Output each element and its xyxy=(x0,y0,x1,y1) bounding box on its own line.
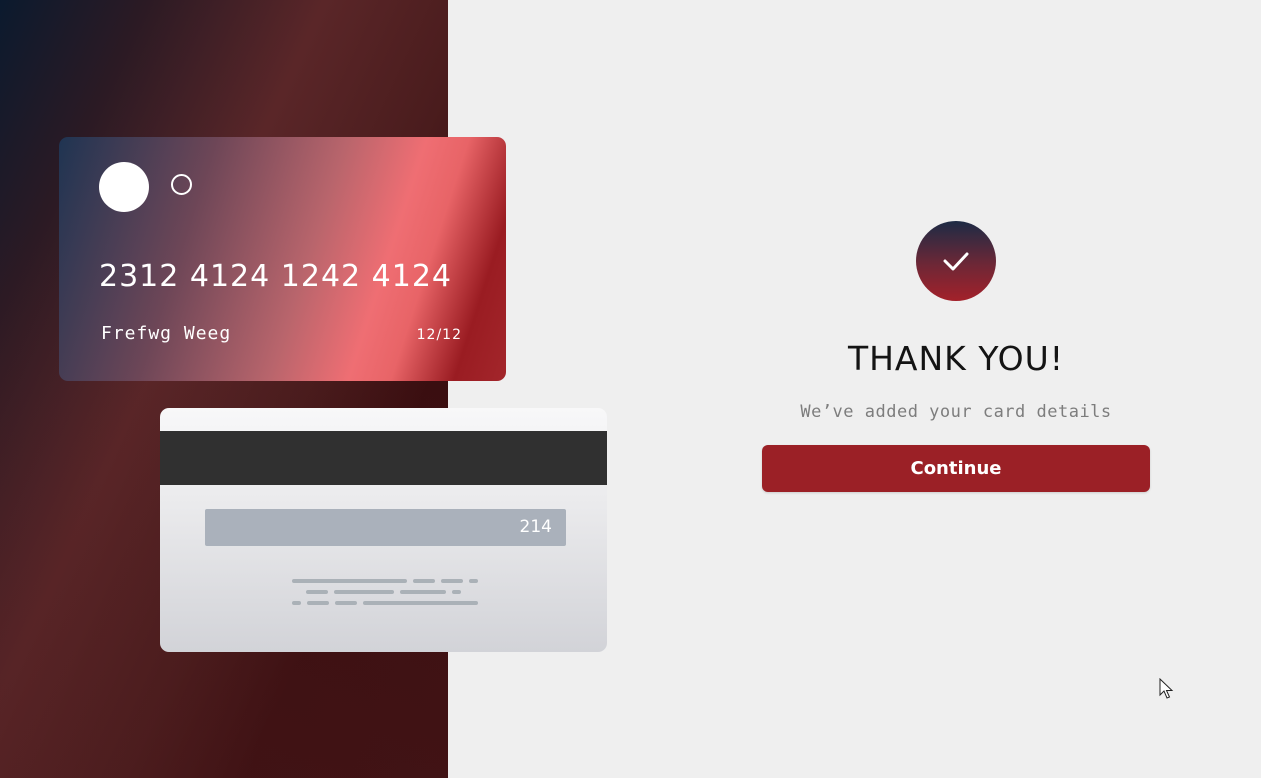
card-number: 2312 4124 1242 4124 xyxy=(99,259,452,294)
thank-you-heading: THANK YOU! xyxy=(847,339,1065,378)
card-logo-circle-outline xyxy=(171,174,192,195)
left-decorative-panel xyxy=(0,0,448,778)
signature-strip: 214 xyxy=(205,509,566,546)
card-back: 214 xyxy=(160,408,607,652)
page: 2312 4124 1242 4124 Frefwg Weeg 12/12 21… xyxy=(0,0,1261,778)
card-logo-circle-solid xyxy=(99,162,149,212)
confirmation-message: We’ve added your card details xyxy=(800,402,1112,422)
card-cvv: 214 xyxy=(519,517,552,537)
card-front: 2312 4124 1242 4124 Frefwg Weeg 12/12 xyxy=(59,137,506,381)
magnetic-stripe xyxy=(160,431,607,485)
card-holder-name: Frefwg Weeg xyxy=(101,323,232,344)
check-icon xyxy=(943,252,969,271)
mouse-cursor-icon xyxy=(1159,678,1174,699)
success-badge xyxy=(916,221,996,301)
card-expiry-date: 12/12 xyxy=(416,327,462,343)
continue-button[interactable]: Continue xyxy=(762,445,1150,492)
